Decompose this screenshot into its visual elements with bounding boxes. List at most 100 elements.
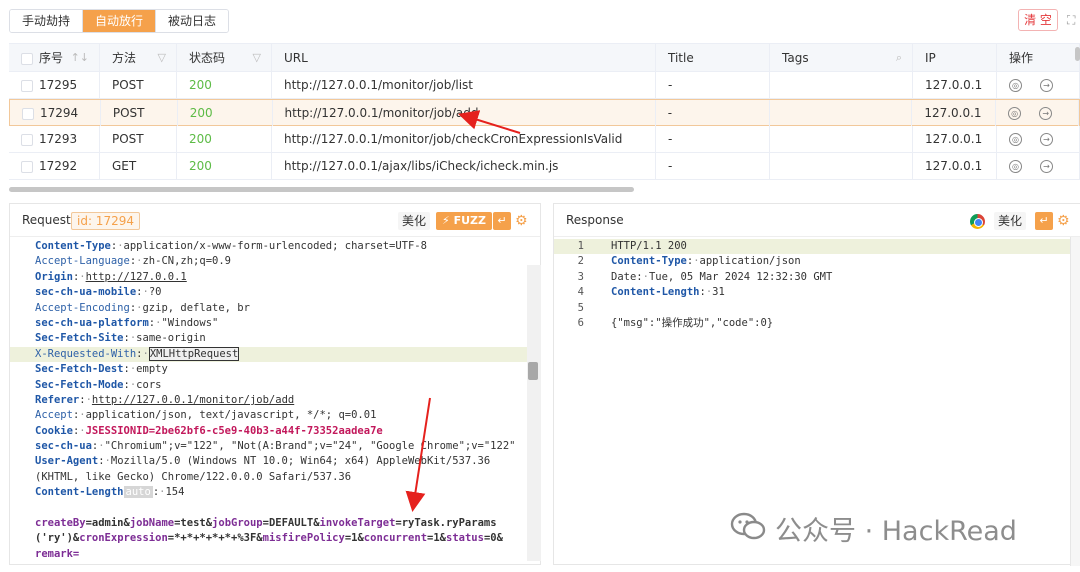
cell-ip: 127.0.0.1 bbox=[913, 126, 997, 152]
search-icon[interactable]: ⌕ bbox=[896, 44, 902, 72]
cell-actions: ◎ → bbox=[996, 100, 1080, 126]
tab-0[interactable]: 手动劫持 bbox=[10, 10, 84, 32]
request-body-line: remark= bbox=[35, 547, 80, 560]
cell-method: POST bbox=[101, 100, 178, 126]
response-scrollbar[interactable] bbox=[1070, 237, 1080, 566]
cell-tags bbox=[770, 153, 913, 179]
table-row[interactable]: 17294 POST 200 http://127.0.0.1/monitor/job… bbox=[9, 99, 1080, 126]
response-line: 2 Content-Type:·application/json bbox=[554, 254, 1080, 269]
vertical-scrollbar[interactable] bbox=[1075, 47, 1080, 61]
header-title[interactable]: Title bbox=[656, 44, 770, 72]
cell-method: POST bbox=[100, 126, 177, 152]
request-line: Accept-Encoding:·gzip, deflate, br bbox=[35, 301, 250, 314]
request-header: Request id: 17294 美化 ⚡ FUZZ ↵ ⚙ bbox=[10, 204, 540, 237]
cell-method: GET bbox=[100, 153, 177, 179]
request-line: Sec-Fetch-Mode:·cors bbox=[35, 378, 162, 391]
table-header: 序号 ↑↓ 方法 ▽ 状态码 ▽ URL Title Tags ⌕ IP 操作 bbox=[9, 43, 1080, 72]
select-all-checkbox[interactable] bbox=[21, 52, 33, 65]
sort-icon[interactable]: ↑↓ bbox=[71, 44, 89, 72]
forward-icon[interactable]: → bbox=[1040, 133, 1053, 146]
line-number: 1 bbox=[577, 240, 584, 252]
cell-status: 200 bbox=[177, 126, 272, 152]
browser-icon[interactable]: ◎ bbox=[1009, 79, 1022, 92]
gear-icon[interactable]: ⚙ bbox=[515, 212, 528, 230]
cell-index: 17294 bbox=[10, 100, 101, 126]
request-scrollbar-thumb[interactable] bbox=[528, 362, 538, 380]
request-body-line: createBy=admin&jobName=test&jobGroup=DEF… bbox=[35, 517, 497, 530]
header-index[interactable]: 序号 ↑↓ bbox=[9, 44, 100, 72]
line-number: 2 bbox=[577, 255, 584, 268]
forward-icon[interactable]: → bbox=[1039, 107, 1053, 120]
row-checkbox[interactable] bbox=[21, 79, 33, 92]
request-line: Cookie:·JSESSIONID=2be62bf6-c5e9-40b3-a4… bbox=[35, 424, 383, 437]
return-icon[interactable]: ↵ bbox=[1035, 212, 1053, 230]
filter-icon[interactable]: ▽ bbox=[253, 44, 261, 72]
request-line: sec-ch-ua-mobile:·?0 bbox=[35, 286, 162, 299]
auto-tag: auto bbox=[123, 486, 153, 499]
browser-icon[interactable]: ◎ bbox=[1009, 160, 1022, 173]
cell-title: - bbox=[656, 153, 770, 179]
table-row[interactable]: 17295 POST 200 http://127.0.0.1/monitor/job… bbox=[9, 72, 1080, 99]
response-line: 3 Date:·Tue, 05 Mar 2024 12:32:30 GMT bbox=[554, 270, 1080, 285]
clear-button[interactable]: 清 空 bbox=[1018, 9, 1058, 31]
row-checkbox[interactable] bbox=[21, 133, 33, 146]
header-ip[interactable]: IP bbox=[913, 44, 997, 72]
cell-actions: ◎ → bbox=[997, 126, 1080, 152]
gear-icon[interactable]: ⚙ bbox=[1057, 212, 1070, 230]
cell-ip: 127.0.0.1 bbox=[912, 100, 997, 126]
cell-status: 200 bbox=[178, 100, 273, 126]
cell-actions: ◎ → bbox=[997, 72, 1080, 98]
beautify-button[interactable]: 美化 bbox=[994, 212, 1027, 230]
response-line: 6 {"msg":"操作成功","code":0} bbox=[554, 316, 1080, 331]
cell-index: 17293 bbox=[9, 126, 100, 152]
cell-url: http://127.0.0.1/ajax/libs/iCheck/icheck… bbox=[272, 153, 656, 179]
fuzz-button[interactable]: ⚡ FUZZ bbox=[436, 212, 492, 230]
request-line: User-Agent:·Mozilla/5.0 (Windows NT 10.0… bbox=[35, 455, 491, 468]
horizontal-scrollbar[interactable] bbox=[9, 187, 634, 192]
request-line bbox=[10, 501, 528, 516]
response-line: 4 Content-Length:·31 bbox=[554, 285, 1080, 300]
cell-index: 17295 bbox=[9, 72, 100, 98]
browser-icon[interactable]: ◎ bbox=[1008, 107, 1022, 120]
request-id-badge: id: 17294 bbox=[71, 212, 140, 230]
request-scrollbar-track[interactable] bbox=[527, 265, 541, 561]
cell-tags bbox=[770, 72, 913, 98]
header-status[interactable]: 状态码 ▽ bbox=[177, 44, 272, 72]
request-line: Referer:·http://127.0.0.1/monitor/job/ad… bbox=[35, 393, 295, 406]
header-tags[interactable]: Tags ⌕ bbox=[770, 44, 913, 72]
request-line: Origin:·http://127.0.0.1 bbox=[35, 270, 187, 283]
cell-method: POST bbox=[100, 72, 177, 98]
request-body-line: ('ry')&cronExpression=*+*+*+*+*+%3F&misf… bbox=[35, 532, 503, 545]
forward-icon[interactable]: → bbox=[1040, 160, 1053, 173]
browser-icon[interactable]: ◎ bbox=[1009, 133, 1022, 146]
row-checkbox[interactable] bbox=[21, 160, 33, 173]
cell-ip: 127.0.0.1 bbox=[913, 153, 997, 179]
expand-icon[interactable]: ⛶ bbox=[1067, 12, 1080, 28]
header-method[interactable]: 方法 ▽ bbox=[100, 44, 177, 72]
request-line: (KHTML, like Gecko) Chrome/122.0.0.0 Saf… bbox=[35, 470, 352, 483]
cell-url: http://127.0.0.1/monitor/job/checkCronEx… bbox=[272, 126, 656, 152]
table-row[interactable]: 17292 GET 200 http://127.0.0.1/ajax/libs/iC… bbox=[9, 153, 1080, 180]
tab-1[interactable]: 自动放行 bbox=[83, 10, 157, 32]
beautify-button[interactable]: 美化 bbox=[398, 212, 431, 230]
cell-title: - bbox=[656, 72, 770, 98]
request-line: Sec-Fetch-Dest:·empty bbox=[35, 363, 168, 376]
request-editor[interactable]: Content-Type:·application/x-www-form-url… bbox=[10, 239, 540, 564]
traffic-table: 序号 ↑↓ 方法 ▽ 状态码 ▽ URL Title Tags ⌕ IP 操作 1729… bbox=[9, 43, 1080, 193]
forward-icon[interactable]: → bbox=[1040, 79, 1053, 92]
table-row[interactable]: 17293 POST 200 http://127.0.0.1/monitor/job… bbox=[9, 126, 1080, 153]
line-number: 3 bbox=[577, 270, 584, 283]
bolt-icon: ⚡ bbox=[442, 214, 450, 227]
line-number: 5 bbox=[577, 301, 584, 314]
filter-icon[interactable]: ▽ bbox=[158, 44, 166, 72]
return-icon[interactable]: ↵ bbox=[493, 212, 511, 230]
chrome-icon[interactable] bbox=[970, 214, 985, 229]
header-actions: 操作 bbox=[997, 44, 1080, 72]
header-url[interactable]: URL bbox=[272, 44, 656, 72]
cell-url: http://127.0.0.1/monitor/job/list bbox=[272, 72, 656, 98]
response-header: Response 美化 ↵ ⚙ bbox=[554, 204, 1080, 237]
request-line: sec-ch-ua:·"Chromium";v="122", "Not(A:Br… bbox=[35, 440, 516, 453]
request-line: Accept-Language:·zh-CN,zh;q=0.9 bbox=[35, 255, 231, 268]
tab-2[interactable]: 被动日志 bbox=[156, 10, 229, 32]
row-checkbox[interactable] bbox=[22, 107, 34, 120]
